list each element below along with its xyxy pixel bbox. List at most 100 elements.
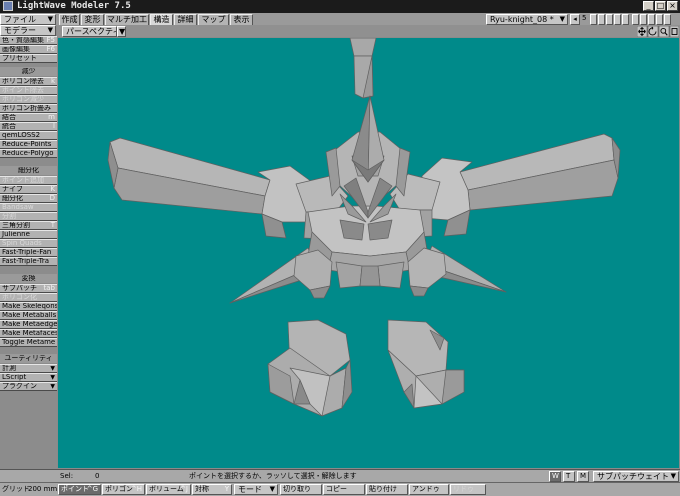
reduce-tool-button[interactable]: 結合 m xyxy=(0,113,57,122)
convert-tool-button[interactable]: Make Metaedges xyxy=(0,320,57,329)
symmetry-button[interactable]: 対称 Y xyxy=(192,484,232,495)
layer-bank-button-9[interactable] xyxy=(656,14,663,25)
layer-bank-button-8[interactable] xyxy=(648,14,655,25)
layer-bank-button-6[interactable] xyxy=(632,14,639,25)
presets-button[interactable]: プリセット xyxy=(0,54,57,63)
surface-editor-button[interactable]: 色・質感編集 F5 xyxy=(0,36,57,45)
reduce-tool-button[interactable]: ポリゴン除去 k xyxy=(0,77,57,86)
reduce-tool-label: Reduce-Polygo xyxy=(2,149,54,157)
subdivide-tool-shortcut: K xyxy=(50,185,55,193)
subdivide-tool-button[interactable]: Bandsaw xyxy=(0,203,57,212)
polygon-mode-button[interactable]: ポリゴン ^H xyxy=(102,484,145,495)
undo-label: アンドゥ xyxy=(412,485,440,493)
lscript-menu[interactable]: LScript ▼ xyxy=(0,373,57,382)
subdivide-tool-button[interactable]: 三角分割 T xyxy=(0,221,57,230)
view-options-button[interactable]: ▼ xyxy=(117,26,126,37)
convert-tool-label: Make Metaballs xyxy=(2,311,57,319)
modeler-menu[interactable]: モデラー ▼ xyxy=(0,25,56,36)
reduce-tool-button[interactable]: ポリゴン折畳み xyxy=(0,104,57,113)
convert-tool-button[interactable]: Make Metaballs xyxy=(0,311,57,320)
reduce-tool-button[interactable]: Reduce-Points xyxy=(0,140,57,149)
layer-bank-button-3[interactable] xyxy=(606,14,613,25)
reduce-tool-label: ポリゴン減少 xyxy=(2,95,44,103)
chevron-down-icon: ▼ xyxy=(50,365,55,372)
point-mode-button[interactable]: ポイント ^G xyxy=(58,484,101,495)
copy-button[interactable]: コピー xyxy=(323,484,365,495)
layer-bank-button-10[interactable] xyxy=(664,14,671,25)
convert-tool-label: サブパッチ xyxy=(2,284,37,292)
action-mode-select[interactable]: モード ▼ xyxy=(234,484,278,495)
texture-map-button[interactable]: T xyxy=(563,471,575,482)
weight-map-button[interactable]: W xyxy=(549,471,561,482)
layer-bank-button-2[interactable] xyxy=(598,14,605,25)
volume-mode-shortcut: ^J xyxy=(180,485,188,493)
chevron-down-icon: ▼ xyxy=(559,15,565,23)
reduce-tool-button[interactable]: ポイント除去 xyxy=(0,86,57,95)
image-editor-button[interactable]: 画像編集 F6 xyxy=(0,45,57,54)
object-select-value: Ryu-knight_08 * xyxy=(490,15,554,24)
lscript-label: LScript xyxy=(2,373,27,381)
rotate-view-icon[interactable] xyxy=(647,26,659,37)
chevron-down-icon: ▼ xyxy=(50,374,55,381)
right-leg xyxy=(387,319,465,409)
redo-label: リドゥ xyxy=(453,485,474,493)
convert-tool-button[interactable]: Make Skeleqons xyxy=(0,302,57,311)
tab-detail[interactable]: 詳細 xyxy=(174,14,197,25)
subdivide-tool-button[interactable]: 分割 xyxy=(0,212,57,221)
reduce-tool-button[interactable]: ポリゴン減少 xyxy=(0,95,57,104)
head-top-spike xyxy=(349,38,377,99)
layer-bank-button-4[interactable] xyxy=(614,14,621,25)
subdivide-tool-button[interactable]: ポイント追加 xyxy=(0,176,57,185)
maximize-view-icon[interactable] xyxy=(669,26,679,37)
convert-tool-label: Make Metaedges xyxy=(2,320,57,328)
minimize-button[interactable]: _ xyxy=(643,1,654,11)
chevron-down-icon: ▼ xyxy=(670,472,676,480)
perspective-viewport[interactable] xyxy=(58,38,679,468)
plugins-menu[interactable]: プラグイン ▼ xyxy=(0,382,57,391)
view-type-select[interactable]: パースペクティブ xyxy=(62,26,117,37)
reduce-tool-button[interactable]: Reduce-Polygo xyxy=(0,149,57,158)
file-menu[interactable]: ファイル ▼ xyxy=(0,14,56,25)
subdivide-tool-button[interactable]: Fast-Triple-Fan xyxy=(0,248,57,257)
convert-tool-button[interactable]: Make Metafaces xyxy=(0,329,57,338)
redo-button[interactable]: リドゥ xyxy=(450,484,486,495)
layer-bank-button-1[interactable] xyxy=(590,14,597,25)
tab-modify[interactable]: 変形 xyxy=(81,14,104,25)
move-view-icon[interactable] xyxy=(637,26,648,37)
convert-tool-button[interactable]: ポリゴン化 xyxy=(0,293,57,302)
subdivide-tool-button[interactable]: Fast-Triple-Tra xyxy=(0,257,57,266)
reduce-tool-button[interactable]: qemLOSS2 xyxy=(0,131,57,140)
layer-bank-button-7[interactable] xyxy=(640,14,647,25)
convert-tool-button[interactable]: Toggle Metame xyxy=(0,338,57,347)
zoom-view-icon[interactable] xyxy=(658,26,670,37)
layer-prev-button[interactable]: ◂ xyxy=(570,14,580,25)
subdivide-tool-label: 分割 xyxy=(2,212,16,220)
layer-bank-button-5[interactable] xyxy=(622,14,629,25)
maximize-button[interactable]: □ xyxy=(655,1,666,11)
reduce-tool-button[interactable]: 統合 l xyxy=(0,122,57,131)
convert-tool-label: Toggle Metame xyxy=(2,338,56,346)
cut-button[interactable]: 切り取り xyxy=(280,484,322,495)
selection-count: 0 xyxy=(95,472,100,480)
chevron-down-icon: ▼ xyxy=(269,485,275,493)
vertex-map-select[interactable]: サブパッチウェイト ▼ xyxy=(593,471,679,482)
tab-multiply[interactable]: マルチ加工 xyxy=(105,14,149,25)
tab-display[interactable]: 表示 xyxy=(230,14,253,25)
measure-menu[interactable]: 計測 ▼ xyxy=(0,364,57,373)
subdivide-tool-label: ナイフ xyxy=(2,185,23,193)
paste-button[interactable]: 貼り付け xyxy=(366,484,408,495)
undo-button[interactable]: アンドゥ xyxy=(409,484,449,495)
subdivide-tool-button[interactable]: Spin Quads xyxy=(0,239,57,248)
tab-construct[interactable]: 構造 xyxy=(150,14,173,25)
subdivide-tool-button[interactable]: 細分化 D xyxy=(0,194,57,203)
tab-create[interactable]: 作成 xyxy=(59,14,80,25)
object-select[interactable]: Ryu-knight_08 * ▼ xyxy=(486,14,568,25)
close-button[interactable]: × xyxy=(667,1,678,11)
chevron-down-icon: ▼ xyxy=(47,26,53,34)
subdivide-tool-button[interactable]: Julienne xyxy=(0,230,57,239)
convert-tool-button[interactable]: サブパッチ tab xyxy=(0,284,57,293)
volume-mode-button[interactable]: ボリューム ^J xyxy=(146,484,191,495)
tab-map[interactable]: マップ xyxy=(198,14,229,25)
subdivide-tool-button[interactable]: ナイフ K xyxy=(0,185,57,194)
morph-map-button[interactable]: M xyxy=(577,471,589,482)
